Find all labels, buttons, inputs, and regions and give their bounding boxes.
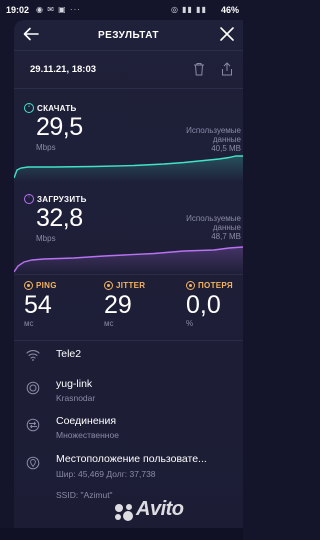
status-time: 19:02 bbox=[6, 5, 30, 15]
metrics-divider bbox=[14, 274, 243, 275]
jitter-label-row: JITTER bbox=[104, 281, 145, 290]
header: РЕЗУЛЬТАТ bbox=[14, 22, 243, 50]
download-used-label-1: Используемые bbox=[186, 126, 241, 135]
loss-metric: ПОТЕРЯ 0,0 % bbox=[186, 281, 233, 328]
server-name: yug-link bbox=[56, 378, 93, 390]
page-title: РЕЗУЛЬТАТ bbox=[97, 30, 160, 41]
location-label: Местоположение пользовате... bbox=[56, 453, 207, 465]
globe-icon bbox=[26, 381, 40, 395]
notification-icons: ◉ ✉ ▣ ··· bbox=[36, 5, 81, 14]
avito-watermark: Avito bbox=[136, 498, 184, 520]
wifi-icon bbox=[26, 350, 40, 361]
ping-icon bbox=[24, 281, 33, 290]
upload-used-label-2: данные bbox=[212, 223, 241, 232]
download-used-label-2: данные bbox=[212, 135, 241, 144]
upload-graph bbox=[14, 246, 243, 274]
upload-used-data: Используемые данные 48,7 MB bbox=[151, 214, 241, 241]
jitter-icon bbox=[104, 281, 113, 290]
connections-value: Множественное bbox=[56, 430, 119, 440]
system-nav-bar bbox=[0, 528, 243, 540]
close-icon[interactable] bbox=[219, 26, 235, 42]
ping-label-row: PING bbox=[24, 281, 57, 290]
jitter-label: JITTER bbox=[116, 281, 146, 290]
loss-icon bbox=[186, 281, 195, 290]
status-bar: 19:02 ◉ ✉ ▣ ··· ◎ ▮▮ ▮▮ 46% bbox=[0, 0, 243, 20]
ping-unit: мс bbox=[24, 319, 34, 328]
signal-icons: ◎ ▮▮ ▮▮ bbox=[170, 5, 207, 14]
upload-icon: ↑ bbox=[24, 193, 34, 204]
info-divider bbox=[14, 340, 243, 341]
download-icon: ↓ bbox=[24, 102, 34, 113]
download-label: СКАЧАТЬ bbox=[37, 104, 77, 113]
header-divider bbox=[14, 50, 243, 51]
download-graph bbox=[14, 155, 243, 182]
share-icon[interactable] bbox=[221, 62, 233, 76]
trash-icon[interactable] bbox=[193, 62, 205, 76]
jitter-unit: мс bbox=[104, 319, 114, 328]
connections-icon bbox=[26, 418, 40, 432]
loss-label: ПОТЕРЯ bbox=[198, 281, 233, 290]
jitter-value: 29 bbox=[104, 291, 132, 319]
test-date: 29.11.21, 18:03 bbox=[30, 64, 97, 75]
loss-value: 0,0 bbox=[186, 291, 221, 319]
upload-label: ЗАГРУЗИТЬ bbox=[37, 195, 87, 204]
ping-label: PING bbox=[36, 281, 57, 290]
provider-name: Tele2 bbox=[56, 348, 82, 360]
connections-label: Соединения bbox=[56, 415, 117, 427]
ssid-text: SSID: "Azimut" bbox=[56, 490, 113, 500]
jitter-metric: JITTER 29 мс bbox=[104, 281, 145, 328]
download-value: 29,5 bbox=[36, 113, 83, 141]
upload-used-label-1: Используемые bbox=[186, 214, 241, 223]
battery-level: 46% bbox=[220, 5, 239, 15]
ping-value: 54 bbox=[24, 291, 52, 319]
loss-label-row: ПОТЕРЯ bbox=[186, 281, 233, 290]
server-city: Krasnodar bbox=[56, 393, 96, 403]
date-divider bbox=[14, 88, 243, 89]
loss-unit: % bbox=[186, 319, 194, 328]
ping-metric: PING 54 мс bbox=[24, 281, 57, 328]
location-coordinates: Шир: 45,469 Долг: 37,738 bbox=[56, 469, 156, 479]
avito-logo-icon bbox=[115, 504, 133, 521]
upload-value: 32,8 bbox=[36, 204, 83, 232]
location-icon bbox=[26, 456, 40, 470]
